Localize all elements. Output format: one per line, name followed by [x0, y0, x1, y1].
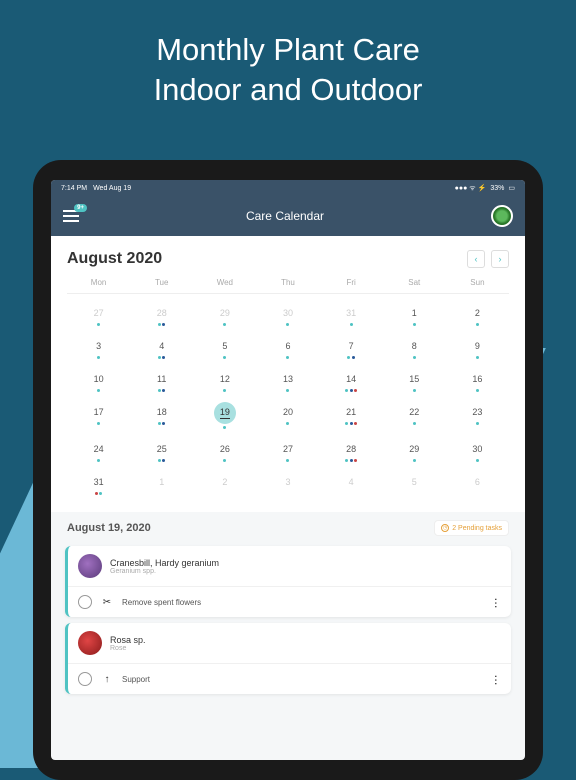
task-card: Rosa sp.Rose ↑ Support ⋯	[65, 623, 511, 694]
calendar-grid: 2728293031123456789101112131415161718192…	[67, 298, 509, 498]
calendar-panel: August 2020 ‹ › MonTueWedThuFriSatSun 27…	[51, 236, 525, 512]
calendar-day[interactable]: 27	[67, 298, 130, 329]
calendar-day[interactable]: 22	[383, 397, 446, 432]
plant-header[interactable]: Rosa sp.Rose	[68, 623, 511, 664]
calendar-day[interactable]: 15	[383, 364, 446, 395]
calendar-day[interactable]: 28	[130, 298, 193, 329]
calendar-day[interactable]: 2	[446, 298, 509, 329]
plant-common-name: Rosa sp.	[110, 635, 501, 645]
task-card: Cranesbill, Hardy geraniumGeranium spp.✂…	[65, 546, 511, 617]
calendar-day[interactable]: 30	[256, 298, 319, 329]
weekday-label: Sun	[446, 278, 509, 287]
scissors-icon: ✂	[100, 595, 114, 609]
task-row: ↑ Support ⋯	[68, 664, 511, 694]
calendar-day[interactable]: 4	[320, 467, 383, 498]
calendar-day[interactable]: 7	[320, 331, 383, 362]
marketing-headline: Monthly Plant Care Indoor and Outdoor	[0, 0, 576, 131]
calendar-day[interactable]: 25	[130, 434, 193, 465]
plant-latin-name: Geranium spp.	[110, 568, 501, 575]
calendar-day[interactable]: 19	[193, 397, 256, 432]
calendar-day[interactable]: 10	[67, 364, 130, 395]
status-bar: 7:14 PM Wed Aug 19 ●●● ᯤ ⚡ 33% ▭	[51, 180, 525, 196]
prev-month-button[interactable]: ‹	[467, 250, 485, 268]
chevron-right-icon: ›	[499, 254, 502, 264]
plant-latin-name: Rose	[110, 645, 501, 652]
calendar-day[interactable]: 9	[446, 331, 509, 362]
weekday-label: Sat	[383, 278, 446, 287]
calendar-day[interactable]: 6	[446, 467, 509, 498]
calendar-day[interactable]: 16	[446, 364, 509, 395]
calendar-day[interactable]: 23	[446, 397, 509, 432]
calendar-day[interactable]: 1	[383, 298, 446, 329]
task-label: Support	[122, 675, 483, 684]
calendar-day[interactable]: 30	[446, 434, 509, 465]
task-row: ✂ Remove spent flowers ⋯	[68, 587, 511, 617]
plant-header[interactable]: Cranesbill, Hardy geraniumGeranium spp.	[68, 546, 511, 587]
calendar-day[interactable]: 14	[320, 364, 383, 395]
chevron-left-icon: ‹	[475, 254, 478, 264]
calendar-day[interactable]: 13	[256, 364, 319, 395]
task-checkbox[interactable]	[78, 672, 92, 686]
clock-icon: ◷	[441, 524, 449, 532]
calendar-day[interactable]: 2	[193, 467, 256, 498]
month-title: August 2020	[67, 250, 162, 268]
task-list: Cranesbill, Hardy geraniumGeranium spp.✂…	[51, 546, 525, 694]
calendar-day[interactable]: 6	[256, 331, 319, 362]
calendar-day[interactable]: 4	[130, 331, 193, 362]
selected-date-row: August 19, 2020 ◷ 2 Pending tasks	[51, 512, 525, 540]
calendar-day[interactable]: 29	[383, 434, 446, 465]
weekday-header: MonTueWedThuFriSatSun	[67, 278, 509, 294]
weekday-label: Thu	[256, 278, 319, 287]
calendar-day[interactable]: 28	[320, 434, 383, 465]
notification-badge: 9+	[74, 204, 87, 212]
calendar-day[interactable]: 18	[130, 397, 193, 432]
task-label: Remove spent flowers	[122, 598, 483, 607]
calendar-day[interactable]: 3	[67, 331, 130, 362]
weekday-label: Mon	[67, 278, 130, 287]
calendar-day[interactable]: 11	[130, 364, 193, 395]
screen: 7:14 PM Wed Aug 19 ●●● ᯤ ⚡ 33% ▭ 9+ Care…	[51, 180, 525, 760]
status-date: Wed Aug 19	[93, 185, 131, 192]
calendar-day[interactable]: 29	[193, 298, 256, 329]
app-header: 9+ Care Calendar	[51, 196, 525, 236]
task-more-button[interactable]: ⋯	[490, 674, 503, 684]
weekday-label: Wed	[193, 278, 256, 287]
arrow-icon: ↑	[100, 672, 114, 686]
app-logo-icon[interactable]	[491, 205, 513, 227]
menu-button[interactable]: 9+	[63, 210, 79, 222]
status-time: 7:14 PM	[61, 185, 87, 192]
calendar-day[interactable]: 31	[320, 298, 383, 329]
plant-common-name: Cranesbill, Hardy geranium	[110, 558, 501, 568]
task-checkbox[interactable]	[78, 595, 92, 609]
calendar-day[interactable]: 1	[130, 467, 193, 498]
task-more-button[interactable]: ⋯	[490, 597, 503, 607]
calendar-day[interactable]: 24	[67, 434, 130, 465]
weekday-label: Tue	[130, 278, 193, 287]
next-month-button[interactable]: ›	[491, 250, 509, 268]
calendar-day[interactable]: 5	[193, 331, 256, 362]
plant-avatar	[78, 631, 102, 655]
calendar-day[interactable]: 3	[256, 467, 319, 498]
battery-text: 33%	[490, 185, 504, 192]
calendar-day[interactable]: 26	[193, 434, 256, 465]
calendar-day[interactable]: 5	[383, 467, 446, 498]
weekday-label: Fri	[320, 278, 383, 287]
calendar-day[interactable]: 21	[320, 397, 383, 432]
calendar-day[interactable]: 17	[67, 397, 130, 432]
calendar-day[interactable]: 8	[383, 331, 446, 362]
battery-icon: ▭	[508, 184, 515, 192]
wifi-icon: ●●● ᯤ ⚡	[455, 184, 487, 193]
plant-avatar	[78, 554, 102, 578]
pending-tasks-badge[interactable]: ◷ 2 Pending tasks	[434, 520, 509, 536]
calendar-day[interactable]: 27	[256, 434, 319, 465]
page-title: Care Calendar	[246, 209, 324, 223]
selected-date-label: August 19, 2020	[67, 522, 151, 534]
calendar-day[interactable]: 20	[256, 397, 319, 432]
calendar-day[interactable]: 12	[193, 364, 256, 395]
calendar-day[interactable]: 31	[67, 467, 130, 498]
tablet-frame: 7:14 PM Wed Aug 19 ●●● ᯤ ⚡ 33% ▭ 9+ Care…	[33, 160, 543, 780]
